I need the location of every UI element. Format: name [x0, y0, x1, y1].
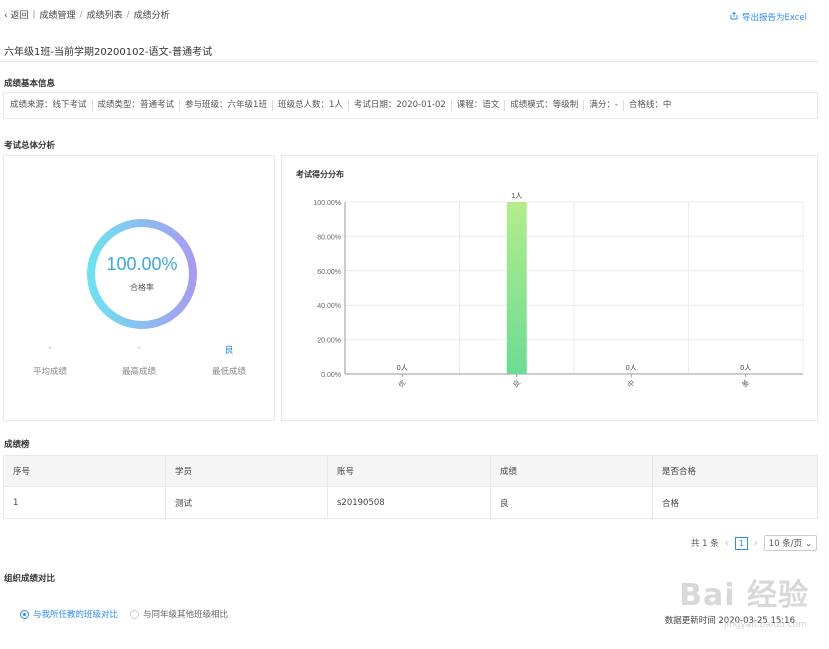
y-tick-label: 40.00% [317, 303, 341, 310]
table-cell: 1 [3, 486, 166, 519]
y-tick-label: 20.00% [317, 338, 341, 345]
x-tick-label: 差 [740, 378, 751, 389]
ranking-table: 序号 学员 账号 成绩 是否合格 1 测试 s20190508 良 合格 [3, 455, 818, 519]
breadcrumb-item-grade-list[interactable]: 成绩列表 [87, 8, 123, 21]
bar-value-label: 0人 [740, 364, 751, 372]
table-cell: s20190508 [327, 486, 491, 519]
info-full-score: 满分：- [584, 100, 624, 111]
basic-info-bar: 成绩来源：线下考试 成绩类型：普通考试 参与班级：六年级1班 班级总人数：1人 … [3, 92, 818, 119]
info-date: 考试日期：2020-01-02 [349, 100, 452, 111]
table-header-row: 序号 学员 账号 成绩 是否合格 [3, 455, 818, 487]
page-number-current[interactable]: 1 [734, 536, 748, 550]
prev-page-icon[interactable]: ‹ [725, 538, 729, 549]
radio-dot-icon [20, 609, 29, 619]
table-row: 1 测试 s20190508 良 合格 [3, 486, 818, 519]
breadcrumb-item-grade-analysis: 成绩分析 [133, 11, 170, 21]
info-mode: 成绩模式：等级制 [505, 100, 585, 111]
compare-same-grade-radio[interactable]: 与同年级其他班级相比 [130, 608, 228, 620]
column-header: 学员 [165, 455, 328, 487]
compare-my-classes-radio[interactable]: 与我所任教的班级对比 [20, 608, 118, 620]
chevron-down-icon: ⌄ [804, 539, 812, 549]
basic-info-title: 成绩基本信息 [4, 79, 56, 89]
breadcrumb: ‹ 返回 | 成绩管理 / 成绩列表 / 成绩分析 [4, 8, 170, 22]
info-source: 成绩来源：线下考试 [10, 100, 93, 111]
compare-options: 与我所任教的班级对比 与同年级其他班级相比 [20, 608, 228, 620]
table-cell: 合格 [652, 486, 818, 519]
info-type: 成绩类型：普通考试 [93, 100, 181, 111]
pass-rate-ring: 100.00% 合格率 [86, 218, 198, 330]
pass-rate-label: 合格率 [130, 283, 154, 292]
bar [506, 202, 527, 374]
watermark-url: jingyan.baidu.com [723, 620, 807, 630]
lowest-score: 良 最低成绩 [211, 346, 246, 377]
info-total: 班级总人数：1人 [273, 100, 349, 111]
info-course: 课程：语文 [452, 100, 506, 111]
baidu-watermark-logo: Bai 经验 [679, 578, 809, 613]
back-link[interactable]: ‹ 返回 [4, 8, 28, 21]
x-tick-label: 优 [396, 378, 407, 389]
page-title: 六年级1班-当前学期20200102-语文-普通考试 [4, 47, 213, 58]
highest-score: - 最高成绩 [121, 343, 156, 377]
pass-rate-panel: 100.00% 合格率 - 平均成绩 - 最高成绩 良 最低成绩 [3, 155, 275, 421]
pagination: 共 1 条 ‹ 1 › 10 条/页 ⌄ [691, 535, 817, 551]
ranking-title: 成绩榜 [4, 440, 30, 450]
score-distribution-chart: 0.00% 20.00% 40.00% 60.00% 80.00% 100.00% 0人优 1… [313, 192, 804, 389]
compare-title: 组织成绩对比 [4, 574, 56, 584]
divider [0, 61, 818, 62]
x-tick-label: 中 [625, 378, 636, 389]
y-tick-label: 60.00% [317, 269, 341, 276]
overall-analysis-title: 考试总体分析 [4, 141, 56, 151]
pass-rate-value: 100.00% [106, 254, 178, 274]
score-distribution-panel: 考试得分分布 0.00% 20.00% 40.00% 60.00% 80.00% 100.… [281, 155, 818, 421]
pagination-total: 共 1 条 [690, 539, 719, 549]
average-score: - 平均成绩 [32, 343, 67, 377]
export-excel-button[interactable]: 导出报告为Excel [730, 11, 807, 23]
bar-value-label: 0人 [397, 364, 408, 372]
column-header: 账号 [327, 455, 491, 487]
info-pass-line: 合格线：中 [628, 100, 672, 110]
y-tick-label: 0.00% [321, 372, 341, 379]
table-cell: 良 [490, 486, 653, 519]
bar-value-label: 0人 [626, 364, 637, 372]
column-header: 序号 [3, 455, 166, 487]
bar-value-label: 1人 [511, 192, 522, 200]
breadcrumb-item-grade-management[interactable]: 成绩管理 [40, 8, 76, 21]
y-tick-label: 100.00% [313, 200, 341, 207]
export-icon [730, 11, 738, 23]
x-tick-label: 良 [511, 378, 522, 389]
next-page-icon[interactable]: › [754, 538, 758, 549]
column-header: 是否合格 [652, 455, 818, 487]
info-class: 参与班级：六年级1班 [180, 100, 273, 111]
column-header: 成绩 [490, 455, 653, 487]
table-cell: 测试 [165, 486, 328, 519]
page-size-select[interactable]: 10 条/页 ⌄ [763, 535, 817, 551]
y-tick-label: 80.00% [317, 234, 341, 241]
radio-dot-icon [130, 609, 140, 619]
